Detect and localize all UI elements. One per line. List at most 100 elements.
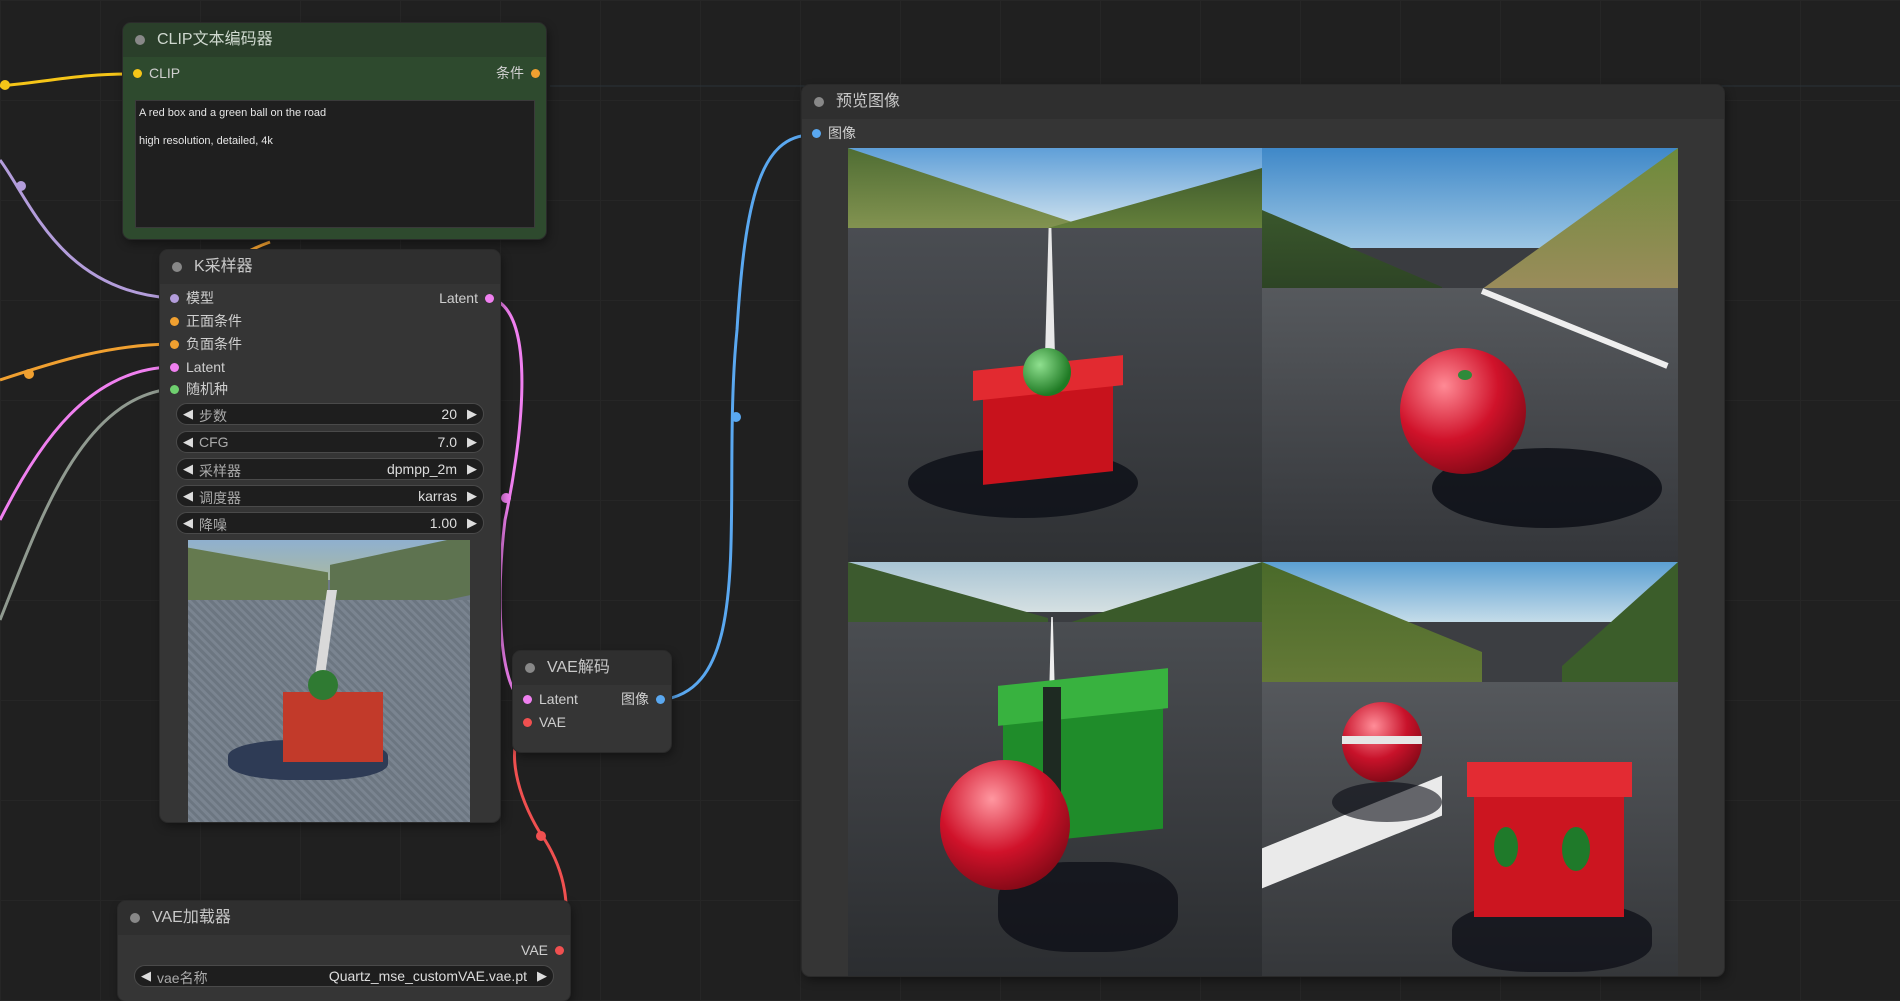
model-input-slot[interactable]: 模型: [164, 288, 214, 308]
decrement-arrow-icon[interactable]: ◀: [183, 515, 193, 531]
conditioning-output-slot[interactable]: 条件: [496, 63, 546, 83]
prompt-line: A red box and a green ball on the road: [139, 107, 327, 119]
node-title-bar[interactable]: VAE加载器: [118, 901, 570, 935]
widget-value: 7.0: [437, 434, 457, 450]
decrement-arrow-icon[interactable]: ◀: [183, 434, 193, 450]
seed-input-slot[interactable]: 随机种: [164, 379, 228, 399]
denoise-widget[interactable]: ◀ 降噪 1.00 ▶: [176, 512, 484, 534]
widget-value: 1.00: [429, 515, 457, 531]
wire-reroute-dot: [24, 369, 34, 379]
node-title-bar[interactable]: CLIP文本编码器: [123, 23, 546, 57]
increment-arrow-icon[interactable]: ▶: [467, 461, 477, 477]
increment-arrow-icon[interactable]: ▶: [537, 968, 547, 984]
node-title: K采样器: [194, 258, 253, 275]
wire-reroute-dot: [501, 493, 511, 503]
output-pin-icon[interactable]: [531, 69, 540, 78]
ksampler-node[interactable]: K采样器 模型 正面条件 负面条件 Latent 随机种 Latent ◀ 步数…: [160, 250, 500, 822]
prompt-textarea[interactable]: A red box and a green ball on the road hi…: [135, 100, 535, 228]
steps-widget[interactable]: ◀ 步数 20 ▶: [176, 403, 484, 425]
clip-input-slot[interactable]: CLIP: [127, 63, 180, 83]
input-pin-icon[interactable]: [170, 294, 179, 303]
widget-label: 步数: [199, 408, 227, 424]
clip-text-encode-node[interactable]: CLIP文本编码器 CLIP 条件 A red box and a green …: [123, 23, 546, 239]
widget-label: 降噪: [199, 517, 227, 533]
increment-arrow-icon[interactable]: ▶: [467, 434, 477, 450]
widget-label: 调度器: [199, 490, 241, 506]
input-pin-icon[interactable]: [523, 695, 532, 704]
latent-preview-image: [188, 540, 470, 822]
vae-loader-node[interactable]: VAE加载器 VAE ◀ vae名称 Quartz_mse_customVAE.…: [118, 901, 570, 1001]
cfg-widget[interactable]: ◀ CFG 7.0 ▶: [176, 431, 484, 453]
output-pin-icon[interactable]: [555, 946, 564, 955]
slot-label: 负面条件: [186, 336, 242, 352]
increment-arrow-icon[interactable]: ▶: [467, 406, 477, 422]
input-pin-icon[interactable]: [133, 69, 142, 78]
generated-image[interactable]: [848, 562, 1262, 976]
slot-label: VAE: [521, 942, 548, 958]
slot-label: Latent: [439, 290, 478, 306]
decrement-arrow-icon[interactable]: ◀: [183, 406, 193, 422]
clip-wire: [0, 72, 134, 88]
collapse-dot-icon[interactable]: [135, 35, 145, 45]
input-pin-icon[interactable]: [523, 718, 532, 727]
collapse-dot-icon[interactable]: [814, 97, 824, 107]
vae-output-slot[interactable]: VAE: [521, 940, 570, 960]
vae-input-slot[interactable]: VAE: [517, 712, 566, 732]
collapse-dot-icon[interactable]: [525, 663, 535, 673]
increment-arrow-icon[interactable]: ▶: [467, 515, 477, 531]
slot-label: 模型: [186, 290, 214, 306]
slot-label: 图像: [621, 691, 649, 707]
input-pin-icon[interactable]: [170, 385, 179, 394]
image-input-slot[interactable]: 图像: [806, 123, 856, 143]
wire-reroute-dot: [16, 181, 26, 191]
decrement-arrow-icon[interactable]: ◀: [183, 461, 193, 477]
node-title: VAE解码: [547, 659, 610, 676]
negative-input-slot[interactable]: 负面条件: [164, 334, 242, 354]
input-pin-icon[interactable]: [170, 363, 179, 372]
latent-input-slot[interactable]: Latent: [164, 357, 225, 377]
wire-reroute-dot: [0, 80, 10, 90]
node-title: CLIP文本编码器: [157, 31, 273, 48]
decrement-arrow-icon[interactable]: ◀: [141, 968, 151, 984]
node-title-bar[interactable]: 预览图像: [802, 85, 1724, 119]
widget-label: vae名称: [157, 970, 208, 986]
node-title-bar[interactable]: VAE解码: [513, 651, 671, 685]
collapse-dot-icon[interactable]: [172, 262, 182, 272]
slot-label: VAE: [539, 714, 566, 730]
slot-label: 条件: [496, 65, 524, 81]
positive-input-slot[interactable]: 正面条件: [164, 311, 242, 331]
latent-output-slot[interactable]: Latent: [439, 288, 500, 308]
slot-label: Latent: [186, 359, 225, 375]
slot-label: 随机种: [186, 381, 228, 397]
slot-label: CLIP: [149, 65, 181, 81]
sampler-widget[interactable]: ◀ 采样器 dpmpp_2m ▶: [176, 458, 484, 480]
node-title: VAE加载器: [152, 909, 231, 926]
widget-value: 20: [441, 406, 457, 422]
collapse-dot-icon[interactable]: [130, 913, 140, 923]
input-pin-icon[interactable]: [170, 340, 179, 349]
slot-label: 图像: [828, 125, 856, 141]
image-output-slot[interactable]: 图像: [621, 689, 671, 709]
generated-image[interactable]: [848, 148, 1262, 562]
node-title: 预览图像: [836, 93, 901, 110]
scheduler-widget[interactable]: ◀ 调度器 karras ▶: [176, 485, 484, 507]
output-pin-icon[interactable]: [656, 695, 665, 704]
vae-decode-node[interactable]: VAE解码 Latent VAE 图像: [513, 651, 671, 752]
vae-name-widget[interactable]: ◀ vae名称 Quartz_mse_customVAE.vae.pt ▶: [134, 965, 554, 987]
widget-label: 采样器: [199, 463, 241, 479]
seed-wire: [0, 387, 171, 621]
preview-image-node[interactable]: 预览图像 图像: [802, 85, 1724, 976]
wire-reroute-dot: [731, 412, 741, 422]
increment-arrow-icon[interactable]: ▶: [467, 488, 477, 504]
input-pin-icon[interactable]: [812, 129, 821, 138]
latent-input-slot[interactable]: Latent: [517, 689, 578, 709]
generated-image[interactable]: [1262, 562, 1678, 976]
output-pin-icon[interactable]: [485, 294, 494, 303]
node-title-bar[interactable]: K采样器: [160, 250, 500, 284]
decrement-arrow-icon[interactable]: ◀: [183, 488, 193, 504]
slot-label: 正面条件: [186, 313, 242, 329]
widget-label: CFG: [199, 434, 229, 450]
generated-image[interactable]: [1262, 148, 1678, 562]
input-pin-icon[interactable]: [170, 317, 179, 326]
widget-value: Quartz_mse_customVAE.vae.pt: [328, 968, 527, 984]
